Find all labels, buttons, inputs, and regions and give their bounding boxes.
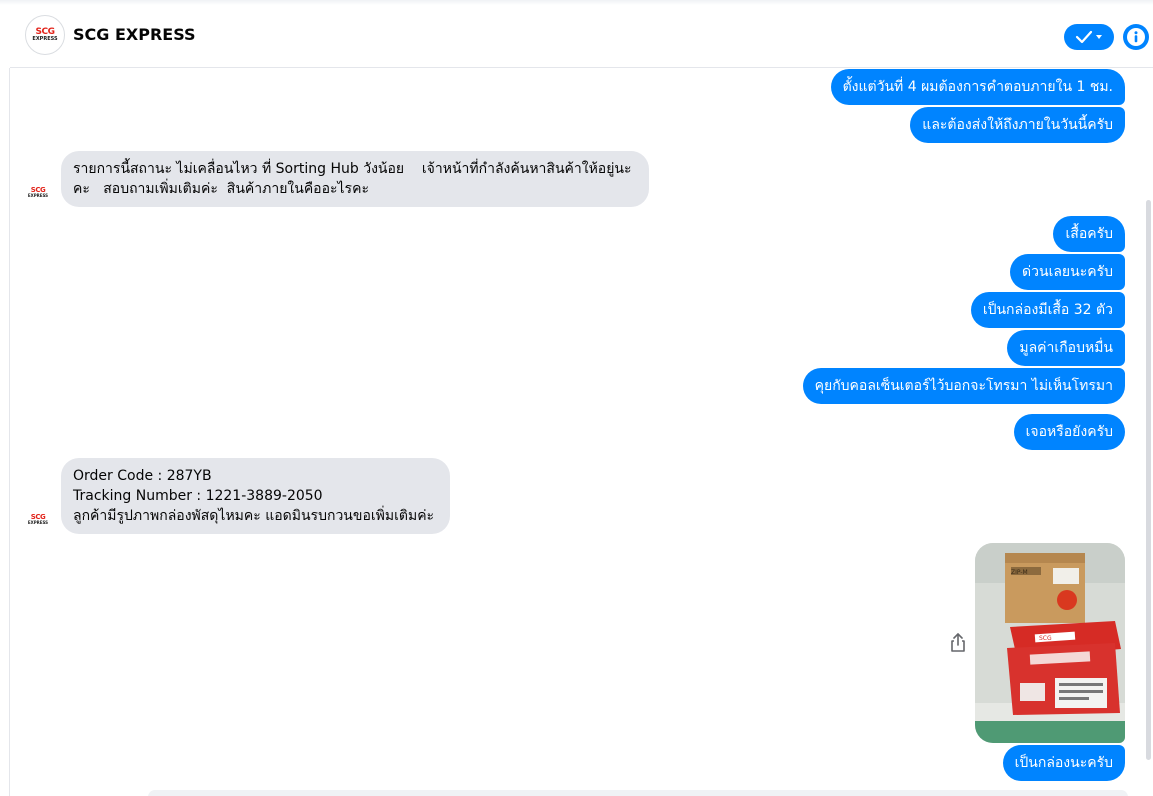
- scg-express-logo: SCG EXPRESS: [22, 503, 54, 535]
- mark-done-button[interactable]: [1064, 24, 1114, 50]
- contact-avatar[interactable]: SCG EXPRESS: [25, 15, 65, 55]
- outgoing-message[interactable]: มูลค่าเกือบหมื่น: [1007, 330, 1125, 366]
- info-icon: [1127, 28, 1145, 46]
- outgoing-message[interactable]: คุยกับคอลเซ็นเตอร์ไว้บอกจะโทรมา ไม่เห็นโ…: [802, 368, 1125, 404]
- logo-text-bottom: EXPRESS: [27, 519, 49, 525]
- scg-express-logo: SCG EXPRESS: [26, 16, 64, 54]
- outgoing-message[interactable]: เสื้อครับ: [1053, 216, 1125, 252]
- incoming-message[interactable]: รายการนี้สถานะ ไม่เคลื่อนไหว ที่ Sorting…: [61, 151, 649, 207]
- outgoing-message[interactable]: ด่วนเลยนะครับ: [1010, 254, 1125, 290]
- info-button[interactable]: [1123, 24, 1149, 50]
- scrollbar[interactable]: [1146, 200, 1151, 760]
- chat-window: SCG EXPRESS SCG EXPRESS ตั้งแต่วันที่ 4 …: [0, 0, 1153, 796]
- chat-header: SCG EXPRESS SCG EXPRESS: [10, 5, 1153, 68]
- sender-avatar[interactable]: SCG EXPRESS: [22, 176, 54, 208]
- outgoing-message[interactable]: เป็นกล่องมีเสื้อ 32 ตัว: [970, 292, 1125, 328]
- outgoing-message[interactable]: และต้องส่งให้ถึงภายในวันนี้ครับ: [910, 107, 1125, 143]
- outgoing-message[interactable]: ตั้งแต่วันที่ 4 ผมต้องการคำตอบภายใน 1 ชม…: [830, 69, 1125, 105]
- parcel-photo-drawing: ZIP-M SCG: [975, 543, 1125, 743]
- outgoing-message[interactable]: เจอหรือยังครับ: [1013, 414, 1125, 450]
- left-divider: [9, 68, 10, 796]
- outgoing-message[interactable]: เป็นกล่องนะครับ: [1002, 745, 1125, 781]
- share-icon[interactable]: [948, 632, 968, 654]
- scg-express-logo: SCG EXPRESS: [22, 176, 54, 208]
- logo-text-bottom: EXPRESS: [27, 192, 49, 198]
- contact-name[interactable]: SCG EXPRESS: [73, 25, 196, 44]
- message-composer[interactable]: [148, 790, 1128, 796]
- sticker-label: SCG: [1039, 635, 1052, 642]
- box-label: ZIP-M: [1011, 569, 1028, 576]
- incoming-message[interactable]: Order Code : 287YB Tracking Number : 122…: [61, 458, 450, 534]
- logo-text-bottom: EXPRESS: [32, 36, 58, 42]
- sender-avatar[interactable]: SCG EXPRESS: [22, 503, 54, 535]
- check-icon: [1075, 30, 1102, 44]
- parcel-box-photo[interactable]: ZIP-M SCG: [975, 543, 1125, 743]
